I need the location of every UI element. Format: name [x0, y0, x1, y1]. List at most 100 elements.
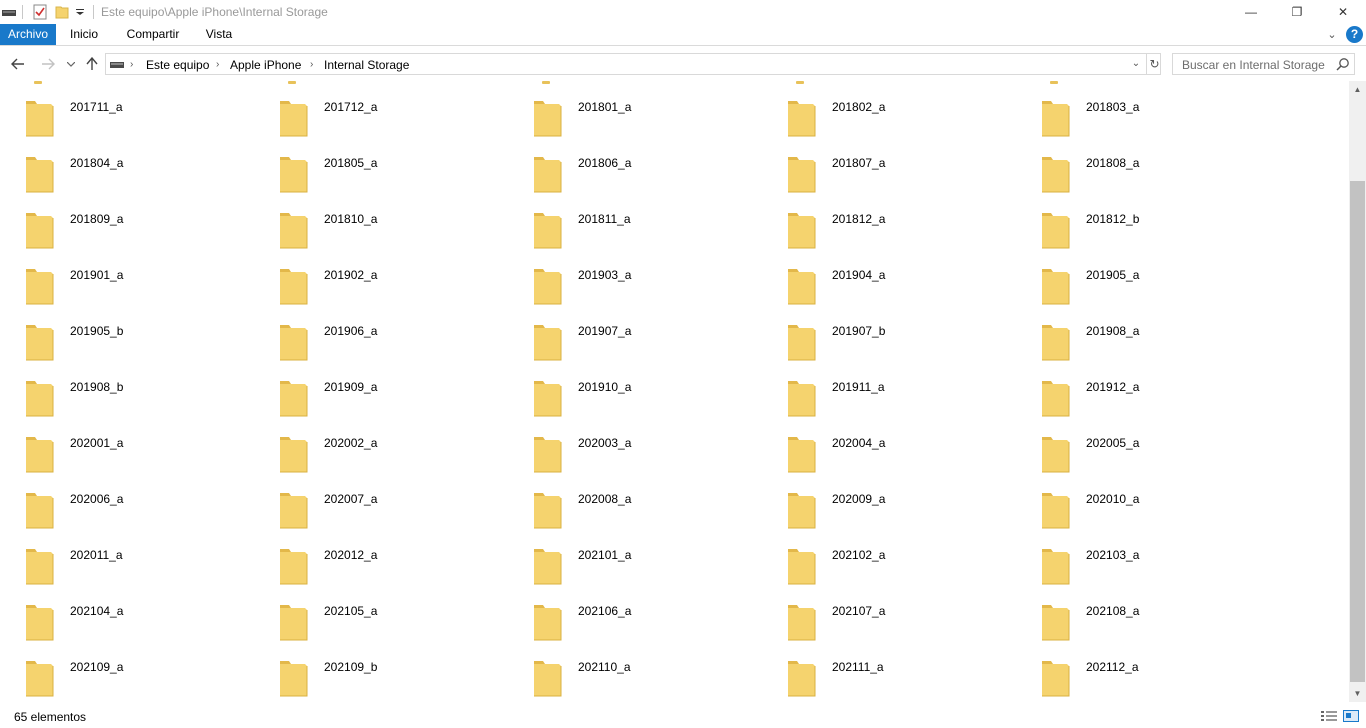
folder-item[interactable]: 202012_a: [279, 546, 519, 590]
folder-item[interactable]: 201809_a: [25, 210, 265, 254]
folder-item[interactable]: 202004_a: [787, 434, 1027, 478]
folder-item[interactable]: 201905_b: [25, 322, 265, 366]
large-icons-view-icon[interactable]: [1343, 710, 1359, 722]
scroll-down-arrow-icon[interactable]: ▼: [1349, 685, 1366, 702]
folder-item[interactable]: 201712_a: [279, 98, 519, 142]
address-bar[interactable]: › Este equipo › Apple iPhone › Internal …: [105, 53, 1161, 75]
folder-item[interactable]: 201811_a: [533, 210, 773, 254]
folder-item[interactable]: 202008_a: [533, 490, 773, 534]
expand-ribbon-chevron-icon[interactable]: ⌄: [1324, 26, 1340, 44]
folder-item[interactable]: 201906_a: [279, 322, 519, 366]
folder-item[interactable]: 201810_a: [279, 210, 519, 254]
folder-item[interactable]: 201907_b: [787, 322, 1027, 366]
folder-label: 202102_a: [832, 548, 886, 562]
folder-item[interactable]: 202101_a: [533, 546, 773, 590]
breadcrumb-separator-icon[interactable]: ›: [310, 57, 313, 73]
folder-item[interactable]: 202006_a: [25, 490, 265, 534]
breadcrumb-apple-iphone[interactable]: Apple iPhone: [230, 57, 301, 73]
partial-folder-icon: [34, 81, 42, 84]
folder-item[interactable]: 201803_a: [1041, 98, 1281, 142]
folder-item[interactable]: 201808_a: [1041, 154, 1281, 198]
minimize-button[interactable]: —: [1228, 0, 1274, 24]
folder-item[interactable]: 201802_a: [787, 98, 1027, 142]
folder-item[interactable]: 201902_a: [279, 266, 519, 310]
folder-item[interactable]: 201911_a: [787, 378, 1027, 422]
folder-item[interactable]: 202005_a: [1041, 434, 1281, 478]
new-folder-icon[interactable]: [55, 3, 71, 21]
folder-item[interactable]: 201908_b: [25, 378, 265, 422]
folder-item[interactable]: 201910_a: [533, 378, 773, 422]
folder-item[interactable]: 202011_a: [25, 546, 265, 590]
forward-arrow-icon[interactable]: [38, 53, 58, 75]
folder-item[interactable]: 202103_a: [1041, 546, 1281, 590]
recent-locations-chevron-icon[interactable]: [64, 53, 78, 75]
folder-item[interactable]: 201806_a: [533, 154, 773, 198]
folder-item[interactable]: 202112_a: [1041, 658, 1281, 702]
folder-item[interactable]: 201807_a: [787, 154, 1027, 198]
search-icon[interactable]: [1336, 57, 1350, 71]
folder-item[interactable]: 201805_a: [279, 154, 519, 198]
file-list-view[interactable]: 201711_a 201712_a 201801_a 201802_a 201803_a…: [0, 81, 1349, 702]
folder-item[interactable]: 202111_a: [787, 658, 1027, 702]
breadcrumb-internal-storage[interactable]: Internal Storage: [324, 57, 409, 73]
refresh-icon[interactable]: ↻: [1146, 54, 1162, 74]
folder-item[interactable]: 202102_a: [787, 546, 1027, 590]
folder-item[interactable]: 201905_a: [1041, 266, 1281, 310]
address-history-chevron-icon[interactable]: ⌄: [1128, 54, 1144, 74]
folder-item[interactable]: 202002_a: [279, 434, 519, 478]
close-button[interactable]: ✕: [1320, 0, 1366, 24]
folder-item[interactable]: 202108_a: [1041, 602, 1281, 646]
folder-item[interactable]: 202010_a: [1041, 490, 1281, 534]
folder-item[interactable]: 202003_a: [533, 434, 773, 478]
breadcrumb-separator-icon[interactable]: ›: [130, 57, 133, 73]
folder-item[interactable]: 201804_a: [25, 154, 265, 198]
folder-item[interactable]: 202001_a: [25, 434, 265, 478]
scroll-up-arrow-icon[interactable]: ▲: [1349, 81, 1366, 98]
folder-item[interactable]: 202007_a: [279, 490, 519, 534]
help-button[interactable]: ?: [1346, 26, 1363, 43]
folder-item[interactable]: 202110_a: [533, 658, 773, 702]
folder-item[interactable]: 201904_a: [787, 266, 1027, 310]
maximize-button[interactable]: ❐: [1274, 0, 1320, 24]
back-arrow-icon[interactable]: [8, 53, 28, 75]
folder-item[interactable]: 201903_a: [533, 266, 773, 310]
folder-item[interactable]: 201812_b: [1041, 210, 1281, 254]
drive-icon[interactable]: [2, 3, 16, 21]
folder-item[interactable]: 201907_a: [533, 322, 773, 366]
tab-vista[interactable]: Vista: [196, 24, 242, 45]
folder-icon: [533, 546, 563, 586]
partial-folder-icon: [796, 81, 804, 84]
folder-item[interactable]: 201901_a: [25, 266, 265, 310]
folder-item[interactable]: 202104_a: [25, 602, 265, 646]
folder-icon: [279, 378, 309, 418]
breadcrumb-este-equipo[interactable]: Este equipo: [146, 57, 209, 73]
customize-quick-access-icon[interactable]: [75, 3, 87, 21]
tab-compartir[interactable]: Compartir: [114, 24, 192, 45]
folder-item[interactable]: 202106_a: [533, 602, 773, 646]
folder-item[interactable]: 202109_a: [25, 658, 265, 702]
up-arrow-icon[interactable]: [82, 53, 102, 75]
folder-item[interactable]: 201801_a: [533, 98, 773, 142]
folder-item[interactable]: 201912_a: [1041, 378, 1281, 422]
properties-icon[interactable]: [33, 3, 49, 21]
tab-inicio[interactable]: Inicio: [58, 24, 110, 45]
breadcrumb-separator-icon[interactable]: ›: [216, 57, 219, 73]
folder-item[interactable]: 201909_a: [279, 378, 519, 422]
folder-icon: [25, 490, 55, 530]
folder-item[interactable]: 202105_a: [279, 602, 519, 646]
folder-item[interactable]: 202009_a: [787, 490, 1027, 534]
folder-item[interactable]: 202109_b: [279, 658, 519, 702]
folder-item[interactable]: 201711_a: [25, 98, 265, 142]
folder-item[interactable]: 201908_a: [1041, 322, 1281, 366]
partial-folder-icon: [1050, 81, 1058, 84]
folder-item[interactable]: 201812_a: [787, 210, 1027, 254]
details-view-icon[interactable]: [1321, 710, 1337, 722]
folder-icon: [787, 266, 817, 306]
search-input[interactable]: Buscar en Internal Storage: [1172, 53, 1355, 75]
folder-item[interactable]: 202107_a: [787, 602, 1027, 646]
folder-label: 201807_a: [832, 156, 886, 170]
scrollbar-thumb[interactable]: [1350, 181, 1365, 682]
folder-label: 201802_a: [832, 100, 886, 114]
vertical-scrollbar[interactable]: ▲ ▼: [1349, 81, 1366, 702]
tab-archivo[interactable]: Archivo: [0, 24, 56, 45]
